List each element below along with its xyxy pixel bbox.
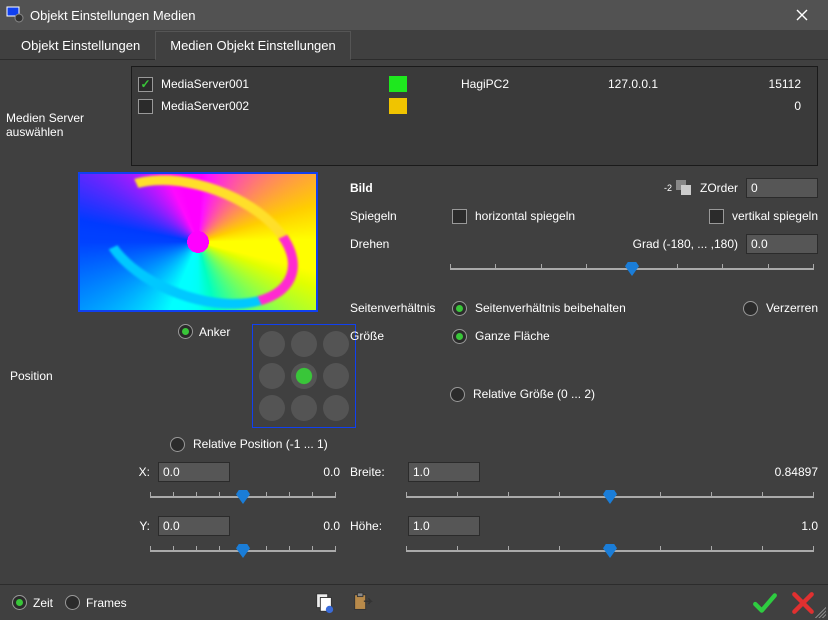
anchor-cell-mc[interactable] [291, 363, 317, 389]
anchor-cell-bl[interactable] [259, 395, 285, 421]
anchor-cell-tc[interactable] [291, 331, 317, 357]
window-title: Objekt Einstellungen Medien [30, 8, 782, 23]
server-list: MediaServer001 HagiPC2 127.0.0.1 15112 M… [131, 66, 818, 166]
frames-mode-label: Frames [86, 596, 127, 610]
anchor-cell-br[interactable] [323, 395, 349, 421]
rotate-input[interactable] [746, 234, 818, 254]
zorder-label: ZOrder [700, 181, 738, 195]
server-host: HagiPC2 [415, 77, 555, 91]
size-label: Größe [350, 329, 444, 343]
time-mode-radio[interactable] [12, 595, 27, 610]
x-slider[interactable] [150, 484, 336, 510]
app-icon [6, 6, 24, 24]
width-label: Breite: [350, 465, 400, 479]
mirror-vertical-label: vertikal spiegeln [732, 209, 818, 223]
aspect-keep-label: Seitenverhältnis beibehalten [475, 301, 626, 315]
rotate-slider[interactable] [450, 256, 814, 282]
height-label: Höhe: [350, 519, 400, 533]
height-input[interactable] [408, 516, 480, 536]
x-label: X: [130, 465, 150, 479]
tab-bar: Objekt Einstellungen Medien Objekt Einst… [0, 30, 828, 60]
relative-position-radio[interactable] [170, 437, 185, 452]
rotate-label: Drehen [350, 237, 444, 251]
server-color-swatch [389, 76, 407, 92]
position-label: Position [10, 369, 70, 383]
y-label: Y: [130, 519, 150, 533]
paste-button[interactable] [349, 590, 375, 616]
width-input[interactable] [408, 462, 480, 482]
x-readout: 0.0 [280, 465, 340, 479]
anchor-cell-ml[interactable] [259, 363, 285, 389]
resize-grip[interactable] [812, 604, 826, 618]
height-readout: 1.0 [758, 519, 818, 533]
aspect-distort-radio[interactable] [743, 301, 758, 316]
server-item[interactable]: MediaServer001 HagiPC2 127.0.0.1 15112 [138, 73, 811, 95]
server-color-swatch [389, 98, 407, 114]
y-readout: 0.0 [280, 519, 340, 533]
close-button[interactable] [782, 0, 822, 30]
tab-media-object-settings[interactable]: Medien Objekt Einstellungen [155, 31, 351, 60]
server-checkbox[interactable] [138, 77, 153, 92]
zorder-icon [676, 180, 692, 196]
size-relative-radio[interactable] [450, 387, 465, 402]
aspect-keep-radio[interactable] [452, 301, 467, 316]
server-port: 0 [711, 99, 811, 113]
relative-position-label: Relative Position (-1 ... 1) [193, 437, 328, 451]
anchor-cell-tr[interactable] [323, 331, 349, 357]
zorder-input[interactable] [746, 178, 818, 198]
server-name: MediaServer001 [161, 77, 381, 91]
anchor-cell-mr[interactable] [323, 363, 349, 389]
anchor-cell-bc[interactable] [291, 395, 317, 421]
time-mode-label: Zeit [33, 596, 53, 610]
anchor-grid [252, 324, 356, 428]
mirror-label: Spiegeln [350, 209, 444, 223]
server-port: 15112 [711, 77, 811, 91]
size-full-radio[interactable] [452, 329, 467, 344]
server-select-label: Medien Server auswählen [0, 66, 131, 166]
content-area: Medien Server auswählen MediaServer001 H… [0, 60, 828, 620]
y-slider[interactable] [150, 538, 336, 564]
media-preview [78, 172, 318, 312]
anchor-label: Anker [199, 325, 230, 339]
server-ip: 127.0.0.1 [563, 77, 703, 91]
aspect-distort-label: Verzerren [766, 301, 818, 315]
aspect-label: Seitenverhältnis [350, 301, 444, 315]
server-checkbox[interactable] [138, 99, 153, 114]
size-relative-label: Relative Größe (0 ... 2) [473, 387, 595, 401]
footer: Zeit Frames [0, 584, 828, 620]
height-slider[interactable] [406, 538, 814, 564]
copy-button[interactable] [311, 590, 337, 616]
tab-object-settings[interactable]: Objekt Einstellungen [6, 31, 155, 60]
y-input[interactable] [158, 516, 230, 536]
ok-button[interactable] [752, 590, 778, 616]
frames-mode-radio[interactable] [65, 595, 80, 610]
anchor-radio[interactable] [178, 324, 193, 339]
mirror-horizontal-checkbox[interactable] [452, 209, 467, 224]
image-header: Bild [350, 181, 444, 195]
width-readout: 0.84897 [738, 465, 818, 479]
server-name: MediaServer002 [161, 99, 381, 113]
mirror-horizontal-label: horizontal spiegeln [475, 209, 575, 223]
x-input[interactable] [158, 462, 230, 482]
zorder-sup: -2 [664, 183, 672, 193]
rotate-unit: Grad (-180, ... ,180) [633, 237, 738, 251]
anchor-cell-tl[interactable] [259, 331, 285, 357]
width-slider[interactable] [406, 484, 814, 510]
server-item[interactable]: MediaServer002 0 [138, 95, 811, 117]
title-bar: Objekt Einstellungen Medien [0, 0, 828, 30]
mirror-vertical-checkbox[interactable] [709, 209, 724, 224]
size-full-label: Ganze Fläche [475, 329, 550, 343]
